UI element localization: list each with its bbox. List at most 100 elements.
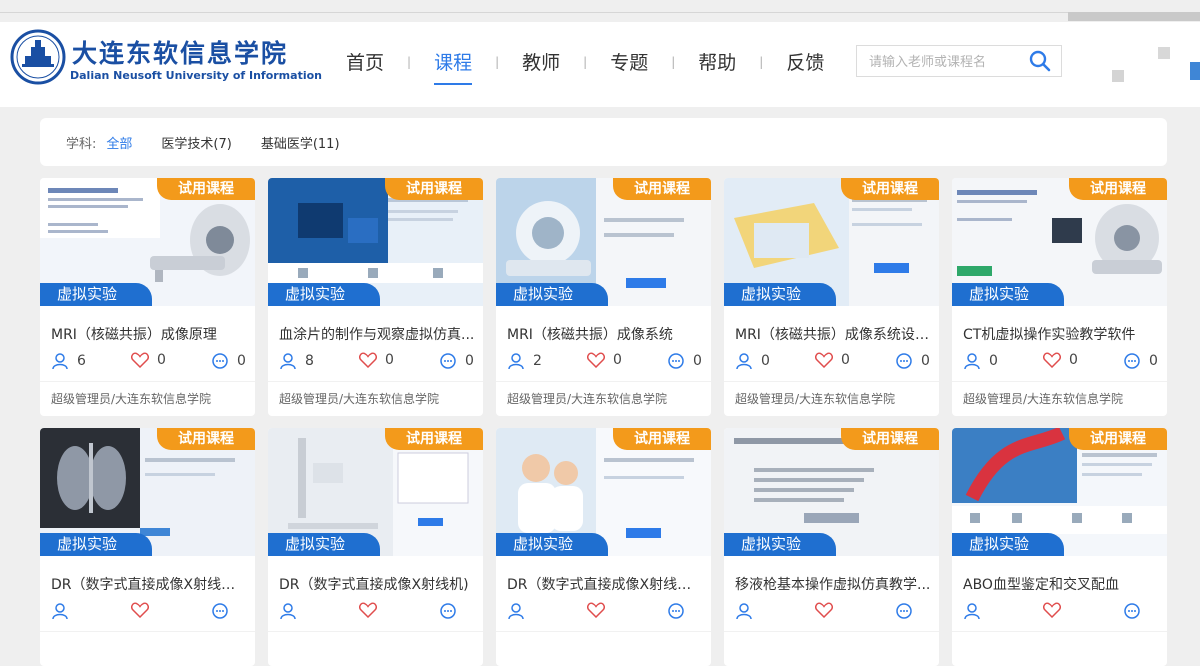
course-card[interactable]: 试用课程 虚拟实验 ABO血型鉴定和交叉配血 <box>952 428 1167 666</box>
likes-stat[interactable] <box>359 602 385 618</box>
likes-count: 0 <box>613 352 622 368</box>
comments-stat[interactable]: 0 <box>1123 352 1158 370</box>
trial-course-badge: 试用课程 <box>157 428 255 450</box>
search-icon[interactable] <box>1029 50 1051 72</box>
comments-stat[interactable] <box>895 602 921 620</box>
virtual-lab-badge: 虚拟实验 <box>952 283 1064 306</box>
virtual-lab-badge: 虚拟实验 <box>268 283 380 306</box>
comments-stat[interactable] <box>439 602 465 620</box>
nav-feedback[interactable]: 反馈 <box>786 48 824 75</box>
blurred-element <box>1112 70 1124 82</box>
likes-stat[interactable] <box>587 602 613 618</box>
course-card[interactable]: 试用课程 虚拟实验 DR（数字式直接成像X射线机) <box>268 428 483 666</box>
likes-stat[interactable]: 0 <box>131 352 166 368</box>
trial-course-badge: 试用课程 <box>613 178 711 200</box>
nav-courses[interactable]: 课程 <box>434 48 473 85</box>
course-title[interactable]: DR（数字式直接成像X射线机... <box>51 574 247 594</box>
course-card[interactable]: 试用课程 虚拟实验 MRI（核磁共振）成像系统 2 0 0 超级管理员/大连东软… <box>496 178 711 416</box>
nav-separator: | <box>583 54 588 69</box>
course-thumbnail: 试用课程 虚拟实验 <box>952 178 1167 306</box>
course-title[interactable]: MRI（核磁共振）成像原理 <box>51 324 247 344</box>
trial-course-badge: 试用课程 <box>157 178 255 200</box>
course-card[interactable]: 试用课程 虚拟实验 MRI（核磁共振）成像原理 6 0 0 超级管理员/大连东软… <box>40 178 255 416</box>
card-divider <box>952 381 1167 382</box>
course-title[interactable]: 移液枪基本操作虚拟仿真教学... <box>735 574 931 594</box>
learners-count: 0 <box>761 353 770 369</box>
university-logo[interactable] <box>8 29 70 85</box>
nav-separator: | <box>671 54 676 69</box>
comments-stat[interactable] <box>1123 602 1149 620</box>
comment-icon <box>896 603 912 619</box>
course-thumbnail: 试用课程 虚拟实验 <box>496 178 711 306</box>
learners-stat: 6 <box>51 352 86 370</box>
learners-stat <box>963 602 989 620</box>
course-stats: 2 0 0 <box>507 352 702 372</box>
course-card[interactable]: 试用课程 虚拟实验 血涂片的制作与观察虚拟仿真... 8 0 0 超级管理员/大… <box>268 178 483 416</box>
comment-icon <box>668 353 684 369</box>
likes-stat[interactable]: 0 <box>1043 352 1078 368</box>
course-author: 超级管理员/大连东软信息学院 <box>735 392 896 406</box>
course-title[interactable]: CT机虚拟操作实验教学软件 <box>963 324 1159 344</box>
learners-stat: 0 <box>963 352 998 370</box>
heart-icon <box>359 602 377 618</box>
heart-icon <box>131 352 149 368</box>
user-icon <box>964 353 980 370</box>
course-title[interactable]: 血涂片的制作与观察虚拟仿真... <box>279 324 475 344</box>
course-title[interactable]: DR（数字式直接成像X射线机... <box>507 574 703 594</box>
brand-name-cn: 大连东软信息学院 <box>72 39 289 68</box>
nav-home[interactable]: 首页 <box>346 48 384 75</box>
comments-stat[interactable]: 0 <box>667 352 702 370</box>
trial-course-badge: 试用课程 <box>841 428 939 450</box>
likes-count: 0 <box>1069 352 1078 368</box>
likes-stat[interactable] <box>1043 602 1069 618</box>
comments-stat[interactable]: 0 <box>439 352 474 370</box>
comments-count: 0 <box>237 353 246 369</box>
card-divider <box>40 381 255 382</box>
nav-help[interactable]: 帮助 <box>698 48 736 75</box>
nav-teachers[interactable]: 教师 <box>522 48 560 75</box>
likes-stat[interactable] <box>815 602 841 618</box>
course-title[interactable]: DR（数字式直接成像X射线机) <box>279 574 475 594</box>
course-title[interactable]: ABO血型鉴定和交叉配血 <box>963 574 1159 594</box>
heart-icon <box>1043 602 1061 618</box>
filter-option-medical-tech[interactable]: 医学技术(7) <box>161 133 231 152</box>
learners-stat <box>51 602 77 620</box>
course-author: 超级管理员/大连东软信息学院 <box>963 392 1124 406</box>
course-thumbnail: 试用课程 虚拟实验 <box>496 428 711 556</box>
comment-icon <box>1124 353 1140 369</box>
course-card[interactable]: 试用课程 虚拟实验 移液枪基本操作虚拟仿真教学... <box>724 428 939 666</box>
user-icon <box>280 603 296 620</box>
trial-course-badge: 试用课程 <box>385 178 483 200</box>
likes-stat[interactable]: 0 <box>359 352 394 368</box>
comments-stat[interactable]: 0 <box>211 352 246 370</box>
filter-option-all[interactable]: 全部 <box>106 133 132 152</box>
comment-icon <box>668 603 684 619</box>
main-nav: 首页 | 课程 | 教师 | 专题 | 帮助 | 反馈 <box>346 48 824 85</box>
course-card[interactable]: 试用课程 虚拟实验 CT机虚拟操作实验教学软件 0 0 0 超级管理员/大连东软… <box>952 178 1167 416</box>
likes-stat[interactable]: 0 <box>587 352 622 368</box>
course-thumbnail: 试用课程 虚拟实验 <box>40 178 255 306</box>
course-thumbnail: 试用课程 虚拟实验 <box>268 178 483 306</box>
course-card[interactable]: 试用课程 虚拟实验 DR（数字式直接成像X射线机... <box>496 428 711 666</box>
virtual-lab-badge: 虚拟实验 <box>496 283 608 306</box>
likes-stat[interactable] <box>131 602 157 618</box>
course-thumbnail: 试用课程 虚拟实验 <box>40 428 255 556</box>
course-title[interactable]: MRI（核磁共振）成像系统 <box>507 324 703 344</box>
search-input[interactable] <box>867 50 1031 74</box>
heart-icon <box>815 602 833 618</box>
user-icon <box>508 603 524 620</box>
card-divider <box>724 381 939 382</box>
course-title[interactable]: MRI（核磁共振）成像系统设备... <box>735 324 931 344</box>
comments-stat[interactable] <box>211 602 237 620</box>
likes-stat[interactable]: 0 <box>815 352 850 368</box>
filter-option-basic-medicine[interactable]: 基础医学(11) <box>261 133 340 152</box>
course-stats <box>51 602 246 622</box>
comments-stat[interactable]: 0 <box>895 352 930 370</box>
nav-topics[interactable]: 专题 <box>610 48 648 75</box>
course-thumbnail: 试用课程 虚拟实验 <box>724 178 939 306</box>
side-tab[interactable] <box>1190 62 1200 80</box>
comments-stat[interactable] <box>667 602 693 620</box>
trial-course-badge: 试用课程 <box>841 178 939 200</box>
course-card[interactable]: 试用课程 虚拟实验 DR（数字式直接成像X射线机... <box>40 428 255 666</box>
course-card[interactable]: 试用课程 虚拟实验 MRI（核磁共振）成像系统设备... 0 0 0 超级管理员… <box>724 178 939 416</box>
